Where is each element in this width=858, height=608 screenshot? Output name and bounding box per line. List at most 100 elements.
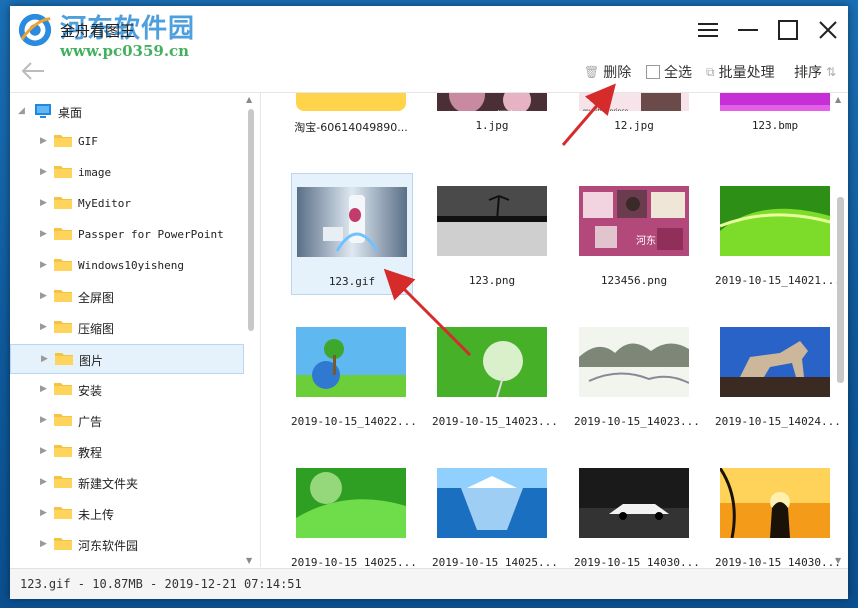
thumbnail-item[interactable]: 2019-10-15_14030... [574, 455, 700, 567]
back-arrow-icon[interactable] [18, 56, 48, 86]
maximize-icon[interactable] [774, 16, 802, 44]
thumbnail-filename: 2019-10-15_14030... [715, 556, 841, 567]
tree-item[interactable]: ▶ 压缩图 [10, 313, 246, 341]
expand-arrow-icon[interactable]: ▶ [40, 198, 47, 208]
status-bar: 123.gif - 10.87MB - 2019-12-21 07:14:51 [10, 568, 848, 599]
thumbnail-filename: 123456.png [600, 274, 668, 287]
tree-item-label: 压缩图 [78, 322, 115, 336]
thumbnail-item[interactable]: 河东 123456.png [574, 173, 694, 293]
tree-item[interactable]: ▶ 全屏图 [10, 282, 246, 310]
folder-icon [54, 197, 72, 209]
app-window: 河东软件园 金舟看图王 www.pc0359.cn 🗑 删除 全选 ⧉ 批量处理… [10, 6, 848, 599]
sort-button[interactable]: 排序 ⇅ [794, 62, 836, 82]
thumbnail-filename: 2019-10-15_14022... [291, 415, 417, 428]
thumbnail-item[interactable]: 2019-10-15_14024... [715, 314, 841, 434]
expand-arrow-icon[interactable]: ▶ [40, 415, 47, 425]
thumbnail-image[interactable] [437, 186, 547, 256]
expand-arrow-icon[interactable]: ▶ [40, 260, 47, 270]
tree-item[interactable]: ▶磁盘清理 [10, 561, 246, 567]
tree-item[interactable]: ▶ 广告 [10, 406, 246, 434]
tree-item[interactable]: ▶ 图片 [10, 344, 244, 374]
expand-arrow-icon[interactable]: ▶ [40, 446, 47, 456]
thumbnail-filename: 2019-10-15_14023... [574, 415, 700, 428]
thumbnail-image[interactable]: 河东 [437, 93, 547, 111]
grid-scrollbar[interactable] [837, 197, 844, 383]
expand-arrow-icon[interactable]: ▶ [40, 229, 47, 239]
grid-scroll-down[interactable]: ▼ [835, 556, 841, 565]
tree-item[interactable]: ▶ 未上传 [10, 499, 246, 527]
thumbnail-image[interactable] [296, 327, 406, 397]
tree-item[interactable]: ▶ 安装 [10, 375, 246, 403]
expand-arrow-icon[interactable]: ▶ [40, 322, 47, 332]
thumbnail-image[interactable] [437, 468, 547, 538]
thumbnail-item[interactable]: 河东 1.jpg [432, 93, 552, 175]
expand-arrow-icon[interactable]: ▶ [40, 508, 47, 518]
thumbnail-item[interactable]: 淘宝-60614049890... [291, 93, 411, 175]
thumbnail-image[interactable] [579, 327, 689, 397]
select-all-checkbox[interactable] [646, 65, 660, 79]
folder-tree: ◢ 桌面 ▶ GIF ▶ image ▶ MyEditor ▶ Passper for Pow… [10, 93, 261, 567]
tree-item[interactable]: ▶ Windows10yisheng [10, 251, 246, 279]
thumbnail-image[interactable] [720, 468, 830, 538]
sidebar-scroll-down[interactable]: ▼ [246, 556, 252, 565]
folder-icon [54, 383, 72, 395]
expand-arrow-icon[interactable]: ▶ [40, 477, 47, 487]
tree-item[interactable]: ▶ 河东软件园 [10, 530, 246, 558]
thumbnail-image[interactable] [720, 186, 830, 256]
thumbnail-filename: 2019-10-15_14025... [291, 556, 417, 567]
thumbnail-item[interactable]: 2019-10-15_14025... [291, 455, 417, 567]
select-all-button[interactable]: 全选 [646, 62, 692, 82]
close-icon[interactable] [814, 16, 842, 44]
sidebar-scrollbar[interactable] [248, 109, 254, 331]
status-text: 123.gif - 10.87MB - 2019-12-21 07:14:51 [20, 577, 302, 591]
thumbnail-image[interactable] [296, 93, 406, 111]
thumbnail-item[interactable]: 2019-10-15_14025... [432, 455, 558, 567]
tree-item[interactable]: ▶ image [10, 158, 246, 186]
thumbnail-item[interactable]: 2019-10-15_14022... [291, 314, 417, 434]
thumbnail-image[interactable] [720, 327, 830, 397]
title-bar: 河东软件园 金舟看图王 www.pc0359.cn [10, 6, 848, 60]
thumbnail-item[interactable]: my little prince 12.jpg [574, 93, 694, 175]
thumbnail-filename: 淘宝-60614049890... [294, 121, 408, 134]
thumbnail-image[interactable] [579, 468, 689, 538]
thumbnail-item[interactable]: 2019-10-15_14030... [715, 455, 841, 567]
thumbnail-item[interactable]: 123.gif [291, 173, 413, 295]
tree-root-desktop[interactable]: ◢ 桌面 [10, 97, 246, 125]
tree-item[interactable]: ▶ GIF [10, 127, 246, 155]
expand-arrow-icon[interactable]: ▶ [40, 384, 47, 394]
thumbnail-overlay-text: 河东 [636, 236, 656, 247]
tree-item-label: 图片 [79, 354, 104, 368]
thumbnail-image[interactable] [720, 93, 830, 111]
thumbnail-filename: 12.jpg [614, 119, 654, 132]
minimize-icon[interactable] [734, 16, 762, 44]
thumbnail-image[interactable] [437, 327, 547, 397]
tree-item[interactable]: ▶ 新建文件夹 [10, 468, 246, 496]
collapse-arrow-icon[interactable]: ◢ [18, 106, 25, 116]
thumbnail-item[interactable]: 2019-10-15_14023... [574, 314, 700, 434]
expand-arrow-icon[interactable]: ▶ [40, 291, 47, 301]
thumbnail-image[interactable] [297, 187, 407, 257]
thumbnail-item[interactable]: 123.bmp [715, 93, 835, 175]
expand-arrow-icon[interactable]: ▶ [40, 136, 47, 146]
thumbnail-image[interactable]: my little prince [579, 93, 689, 111]
tree-item-label: 全屏图 [78, 291, 115, 305]
expand-arrow-icon[interactable]: ▶ [41, 354, 48, 364]
thumbnail-image[interactable] [296, 468, 406, 538]
sidebar-scroll-up[interactable]: ▲ [246, 95, 252, 104]
tree-item[interactable]: ▶ 教程 [10, 437, 246, 465]
thumbnail-item[interactable]: 2019-10-15_14023... [432, 314, 558, 434]
tree-item-label: 新建文件夹 [78, 477, 139, 491]
expand-arrow-icon[interactable]: ▶ [40, 539, 47, 549]
tree-item[interactable]: ▶ Passper for PowerPoint [10, 220, 246, 248]
thumbnail-filename: 123.png [468, 274, 516, 287]
thumbnail-item[interactable]: 2019-10-15_14021... [715, 173, 841, 293]
folder-icon [55, 353, 73, 365]
grid-scroll-up[interactable]: ▲ [835, 95, 841, 104]
menu-icon[interactable] [694, 16, 722, 44]
delete-button[interactable]: 🗑 删除 [584, 62, 631, 82]
tree-item[interactable]: ▶ MyEditor [10, 189, 246, 217]
thumbnail-item[interactable]: 123.png [432, 173, 552, 293]
thumbnail-image[interactable] [579, 186, 689, 256]
expand-arrow-icon[interactable]: ▶ [40, 167, 47, 177]
batch-process-button[interactable]: ⧉ 批量处理 [706, 62, 775, 82]
